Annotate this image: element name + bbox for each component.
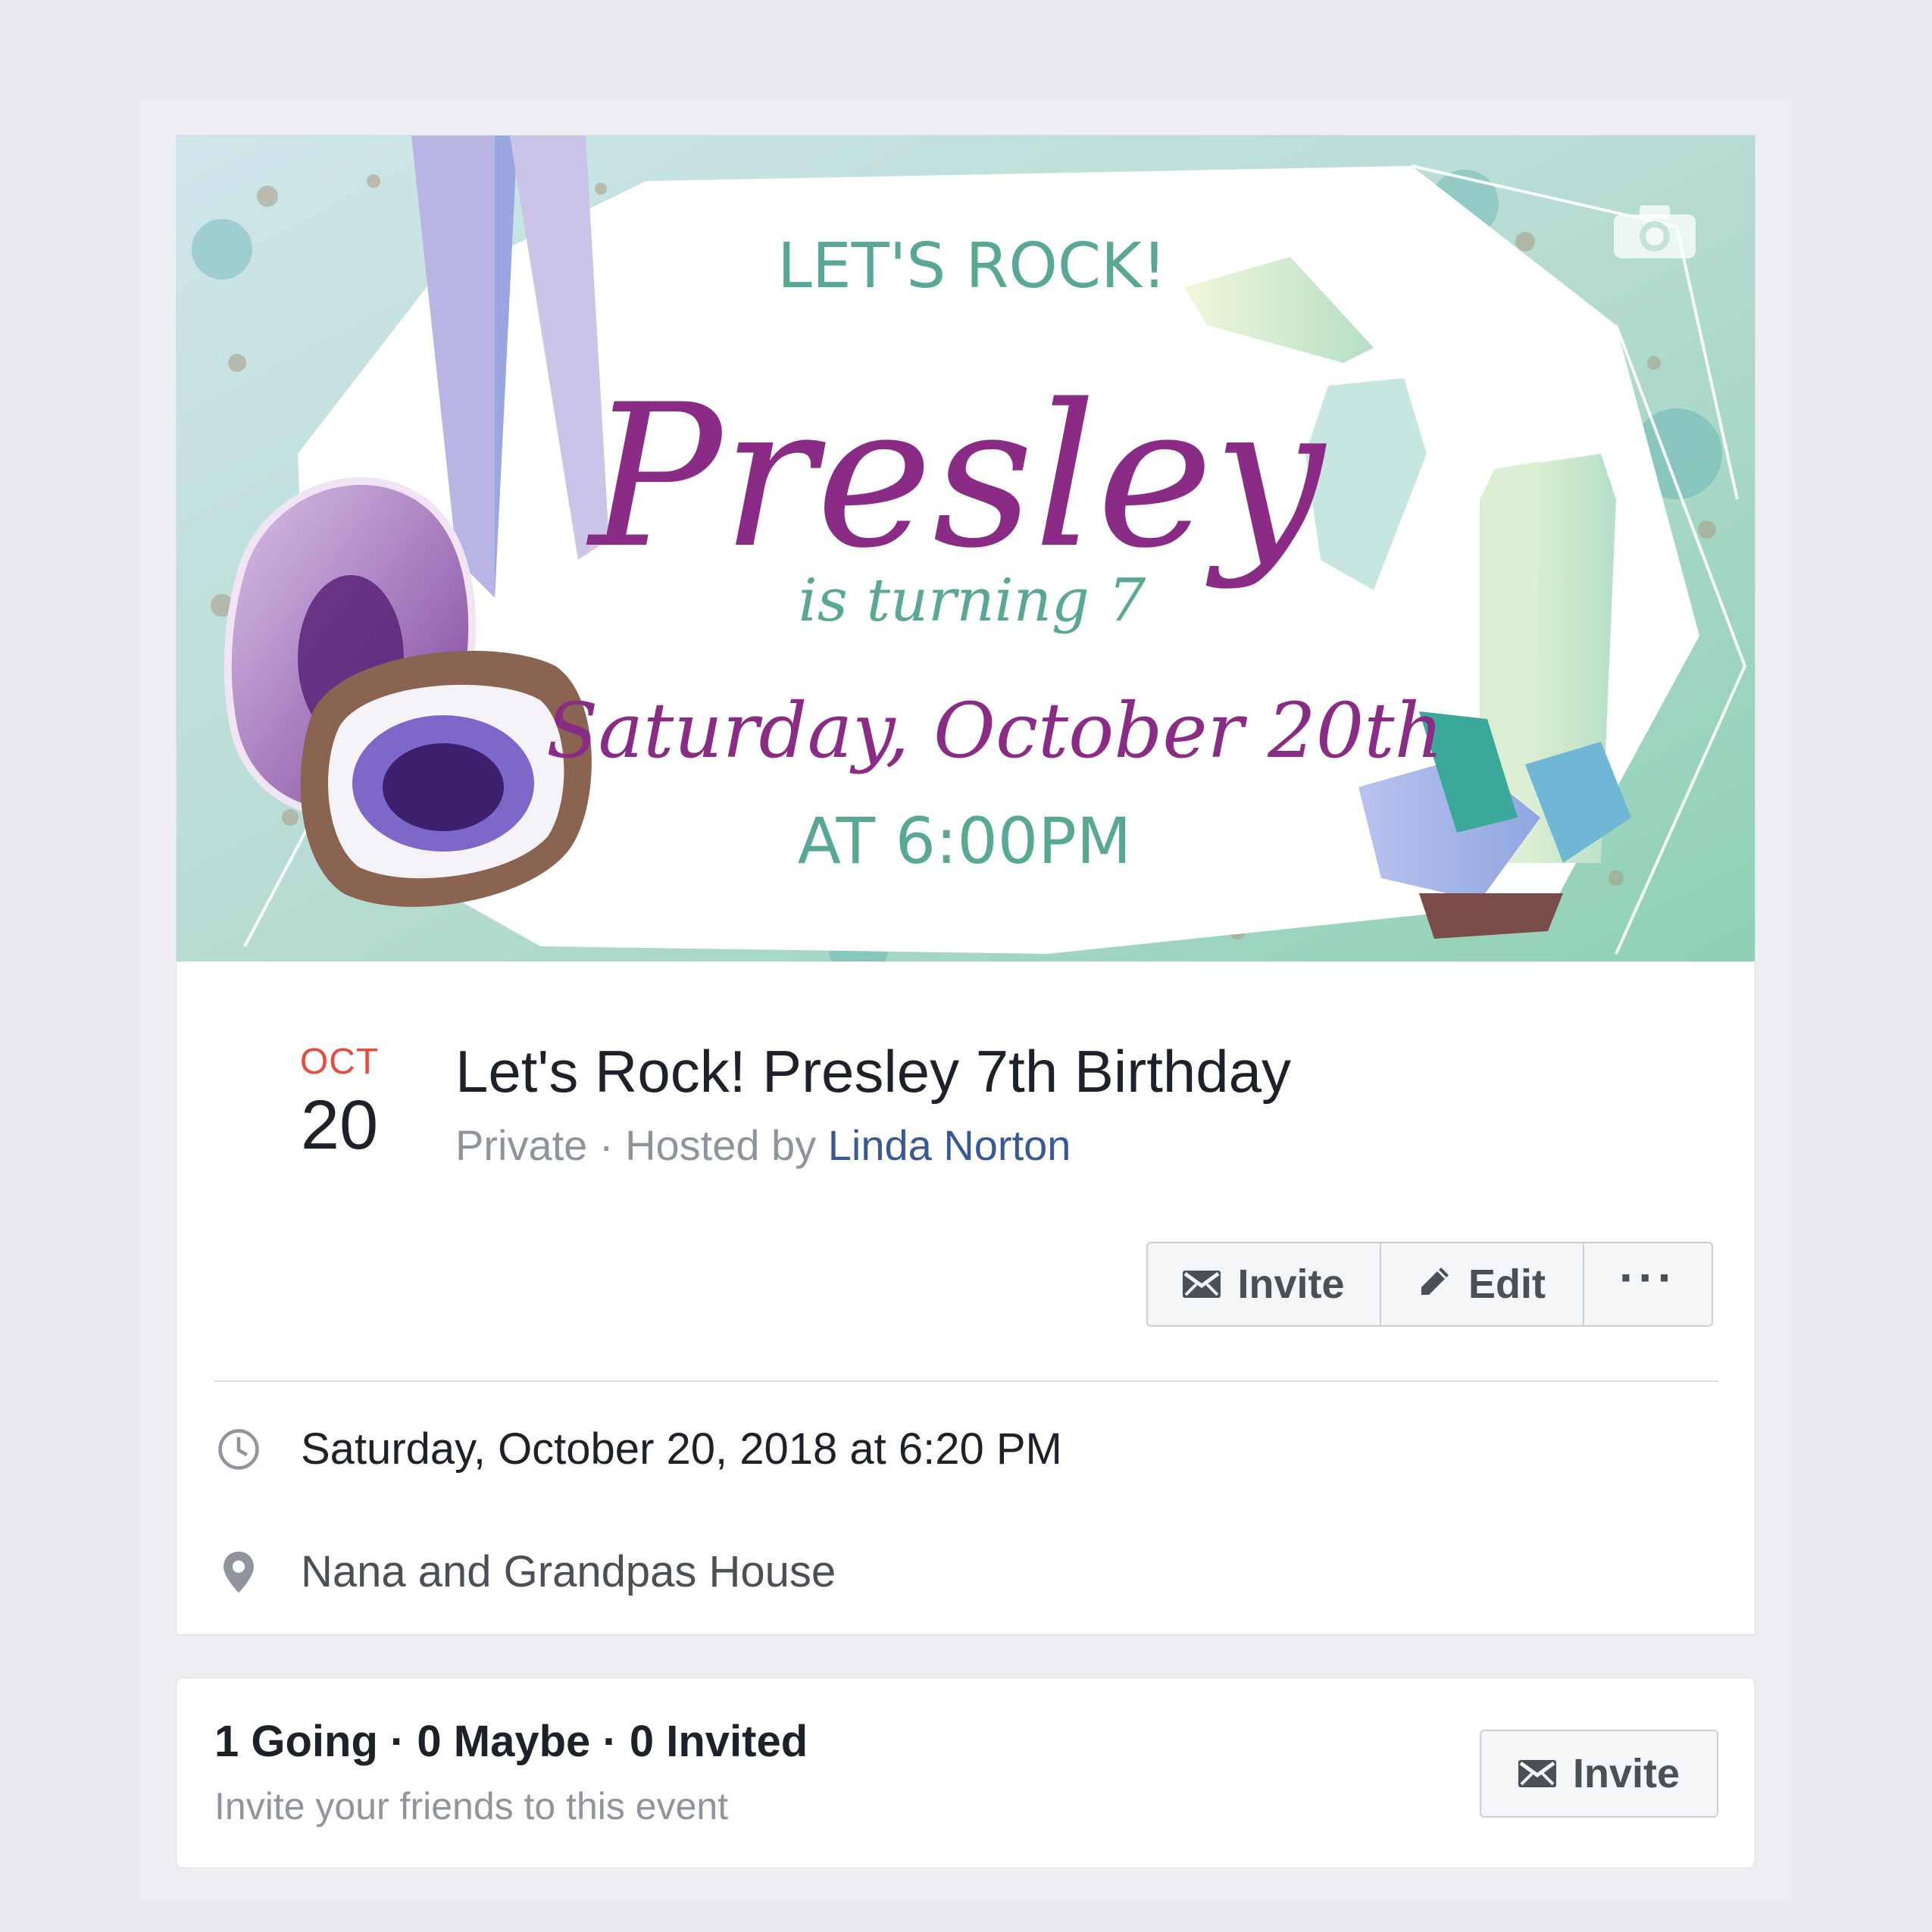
event-date-badge: OCT 20 [252,1041,427,1165]
cover-name: Presley [586,363,1327,592]
cover-time-line: AT 6:00PM [798,804,1132,878]
edit-button[interactable]: Edit [1380,1243,1583,1325]
details-divider [214,1380,1718,1382]
guest-summary-card: 1 Going · 0 Maybe · 0 Invited Invite you… [176,1677,1755,1868]
cover-subline: is turning 7 [799,567,1146,635]
hosted-by-label: Hosted by [625,1121,828,1169]
guest-counts[interactable]: 1 Going · 0 Maybe · 0 Invited [214,1716,808,1767]
invite-friends-button[interactable]: Invite [1480,1730,1718,1818]
envelope-icon [1518,1750,1556,1797]
event-title: Let's Rock! Presley 7th Birthday [455,1038,1292,1105]
event-privacy: Private [455,1121,588,1169]
event-day: 20 [300,1086,379,1164]
invite-label: Invite [1237,1261,1345,1307]
pencil-icon [1418,1261,1452,1308]
guest-subtitle: Invite your friends to this event [214,1785,729,1827]
event-location[interactable]: Nana and Grandpas House [301,1546,836,1597]
cover-date-line: Saturday, October 20th [546,686,1443,775]
event-datetime-row: Saturday, October 20, 2018 at 6:20 PM [214,1424,1062,1474]
cover-headline: LET'S ROCK! [777,230,1167,302]
event-month: OCT [299,1042,380,1082]
event-action-buttons: Invite Edit ··· [1146,1242,1713,1327]
event-location-row: Nana and Grandpas House [214,1546,836,1597]
meta-separator: · [587,1121,626,1169]
camera-icon[interactable] [1609,201,1700,261]
host-link[interactable]: Linda Norton [828,1121,1071,1169]
invite-friends-label: Invite [1572,1751,1680,1796]
map-pin-icon [214,1548,263,1596]
cover-illustration: LET'S ROCK! Presley is turning 7 Saturda… [177,136,1755,961]
cover-photo[interactable]: LET'S ROCK! Presley is turning 7 Saturda… [177,136,1755,961]
edit-label: Edit [1468,1261,1546,1307]
event-datetime: Saturday, October 20, 2018 at 6:20 PM [301,1424,1062,1474]
invite-button[interactable]: Invite [1148,1243,1380,1325]
event-meta: Private · Hosted by Linda Norton [455,1121,1071,1170]
envelope-icon [1183,1261,1221,1308]
event-card: LET'S ROCK! Presley is turning 7 Saturda… [176,135,1755,1635]
more-options-button[interactable]: ··· [1583,1243,1712,1325]
clock-icon [214,1425,263,1474]
